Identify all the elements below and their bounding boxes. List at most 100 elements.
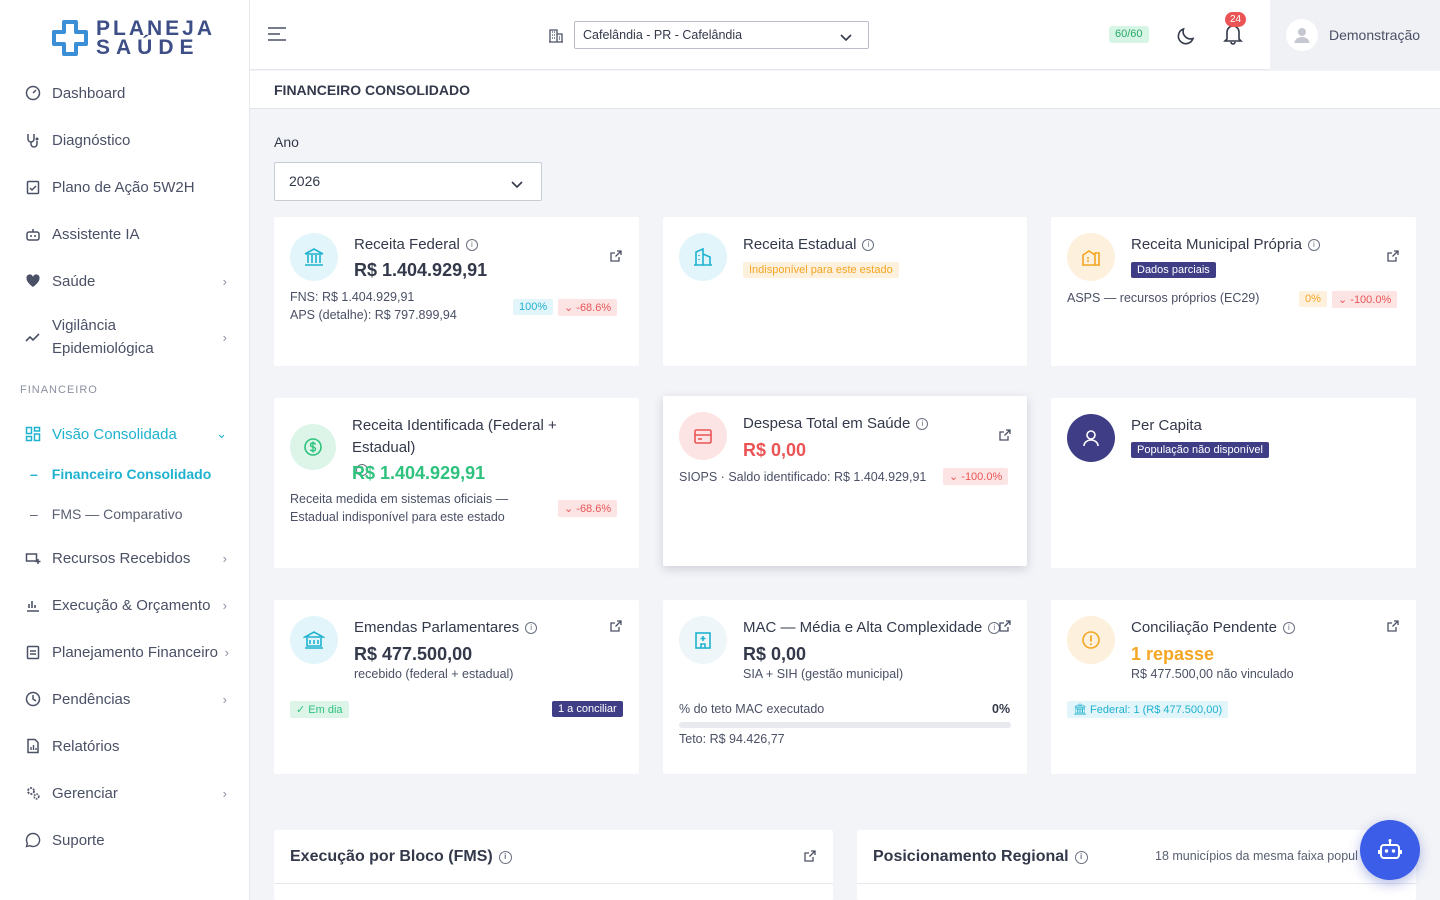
sidebar-item-vigilancia[interactable]: Vigilância Epidemiológica › bbox=[0, 314, 249, 360]
sidebar-item-label: Diagnóstico bbox=[52, 131, 131, 149]
city-icon bbox=[1067, 233, 1115, 281]
heart-pulse-icon bbox=[24, 272, 42, 290]
sidebar-item-visao-consolidada[interactable]: Visão Consolidada ⌄ bbox=[0, 423, 249, 445]
sidebar-item-execucao-orcamento[interactable]: Execução & Orçamento › bbox=[0, 594, 249, 616]
card-detail-line: Receita medida em sistemas oficiais — bbox=[290, 492, 509, 506]
info-icon[interactable]: i bbox=[862, 239, 875, 251]
info-icon[interactable]: i bbox=[498, 851, 512, 864]
chevron-right-icon: › bbox=[222, 273, 227, 289]
clipboard-list-icon bbox=[24, 643, 42, 661]
sidebar-item-assistente-ia[interactable]: Assistente IA bbox=[0, 223, 249, 245]
info-icon[interactable]: i bbox=[525, 622, 538, 634]
external-link-icon[interactable] bbox=[1387, 620, 1399, 635]
pending-badge[interactable]: 1 a conciliar bbox=[552, 701, 623, 717]
user-menu[interactable]: Demonstração bbox=[1270, 0, 1440, 70]
progress-value: 0% bbox=[992, 702, 1011, 716]
chat-assistant-button[interactable] bbox=[1360, 820, 1420, 880]
external-link-icon[interactable] bbox=[804, 850, 816, 865]
panel-note: 18 municípios da mesma faixa popul bbox=[1155, 849, 1358, 863]
sidebar-item-label: Assistente IA bbox=[52, 225, 140, 243]
robot-icon bbox=[24, 225, 42, 243]
section-label-financeiro: FINANCEIRO bbox=[20, 384, 98, 396]
card-detail-line: Teto: R$ 94.426,77 bbox=[679, 732, 785, 746]
sidebar-item-label: Visão Consolidada bbox=[52, 425, 177, 443]
delta-badge: ⌄ -68.6% bbox=[558, 500, 618, 517]
info-icon[interactable]: i bbox=[916, 418, 929, 430]
status-badge: ✓ Em dia bbox=[290, 701, 349, 718]
chevron-right-icon: › bbox=[224, 644, 229, 660]
person-icon bbox=[1067, 414, 1115, 462]
sidebar-item-label: Saúde bbox=[52, 272, 96, 290]
bank-icon bbox=[290, 616, 338, 664]
sidebar-item-label: Planejamento Financeiro bbox=[52, 643, 218, 661]
info-icon[interactable]: i bbox=[1282, 622, 1295, 634]
card-conciliacao: Conciliação Pendente i 1 repasse R$ 477.5… bbox=[1051, 600, 1416, 774]
sidebar-item-plano-acao[interactable]: Plano de Ação 5W2H bbox=[0, 176, 249, 198]
sidebar-item-saude[interactable]: Saúde › bbox=[0, 270, 249, 292]
year-select[interactable]: 2026 bbox=[274, 162, 542, 201]
gauge-icon bbox=[24, 84, 42, 102]
external-link-icon[interactable] bbox=[1387, 250, 1399, 265]
card-title: Receita Municipal Própria i bbox=[1131, 236, 1320, 253]
dollar-circle-icon bbox=[290, 424, 336, 470]
sidebar-item-relatorios[interactable]: Relatórios bbox=[0, 735, 249, 757]
status-badge: Dados parciais bbox=[1131, 262, 1216, 278]
card-receita-municipal: Receita Municipal Própria i Dados parciai… bbox=[1051, 217, 1416, 366]
subitem-financeiro-consolidado[interactable]: – Financeiro Consolidado bbox=[30, 466, 211, 482]
page-title: FINANCEIRO CONSOLIDADO bbox=[274, 82, 470, 98]
subitem-label: Financeiro Consolidado bbox=[51, 466, 212, 482]
progress-bar bbox=[679, 722, 1011, 728]
stethoscope-icon bbox=[24, 131, 42, 149]
municipality-select-value: Cafelândia - PR - Cafelândia bbox=[583, 28, 743, 42]
info-icon[interactable]: i bbox=[1074, 851, 1088, 864]
delta-badge: ⌄ -68.6% bbox=[558, 299, 618, 316]
external-link-icon[interactable] bbox=[610, 250, 622, 265]
external-link-icon[interactable] bbox=[999, 429, 1011, 444]
card-title: Emendas Parlamentares i bbox=[354, 619, 538, 636]
chevron-right-icon: › bbox=[222, 785, 227, 801]
card-receita-identificada: Receita Identificada (Federal + Estadual… bbox=[274, 398, 639, 568]
cash-plus-icon bbox=[24, 549, 42, 567]
sidebar-item-suporte[interactable]: Suporte bbox=[0, 829, 249, 851]
dash-marker: – bbox=[30, 506, 38, 522]
info-icon[interactable]: i bbox=[465, 239, 478, 251]
card-title: Receita Federal i bbox=[354, 236, 478, 253]
sidebar-item-recursos-recebidos[interactable]: Recursos Recebidos › bbox=[0, 547, 249, 569]
sidebar-item-label: Plano de Ação 5W2H bbox=[52, 178, 195, 196]
sidebar-item-label: Suporte bbox=[52, 831, 105, 849]
brand-name: PLANEJA SAÚDE bbox=[96, 17, 216, 59]
sidebar-item-dashboard[interactable]: Dashboard bbox=[0, 82, 249, 104]
external-link-icon[interactable] bbox=[610, 620, 622, 635]
report-icon bbox=[24, 737, 42, 755]
sidebar-item-pendencias[interactable]: Pendências › bbox=[0, 688, 249, 710]
info-icon[interactable]: i bbox=[1307, 239, 1320, 251]
sidebar-item-diagnostico[interactable]: Diagnóstico bbox=[0, 129, 249, 151]
chevron-down-icon: ⌄ bbox=[1338, 294, 1348, 306]
card-title: MAC — Média e Alta Complexidade i bbox=[743, 619, 1001, 636]
sidebar-item-planejamento-financeiro[interactable]: Planejamento Financeiro › bbox=[0, 641, 249, 663]
user-name: Demonstração bbox=[1329, 27, 1421, 43]
menu-toggle-icon[interactable] bbox=[267, 26, 287, 47]
card-mac: MAC — Média e Alta Complexidade i R$ 0,00… bbox=[663, 600, 1027, 774]
card-value: R$ 0,00 bbox=[743, 644, 807, 664]
dash-marker: – bbox=[30, 466, 38, 482]
gears-icon bbox=[24, 784, 42, 802]
clipboard-check-icon bbox=[24, 178, 42, 196]
wallet-icon bbox=[679, 412, 727, 460]
subitem-fms-comparativo[interactable]: – FMS — Comparativo bbox=[30, 506, 183, 522]
card-detail-line: SIOPS · Saldo identificado: R$ 1.404.929… bbox=[679, 470, 927, 484]
dark-mode-moon-icon[interactable] bbox=[1176, 24, 1198, 51]
card-despesa-total: Despesa Total em Saúde i R$ 0,00 SIOPS · … bbox=[663, 396, 1027, 566]
sidebar-item-gerenciar[interactable]: Gerenciar › bbox=[0, 782, 249, 804]
card-detail-line: Estadual indisponível para este estado bbox=[290, 510, 505, 524]
card-receita-federal: Receita Federal i R$ 1.404.929,91 FNS: R$… bbox=[274, 217, 639, 366]
delta-badge: ⌄ -100.0% bbox=[943, 468, 1009, 485]
brand-logo[interactable]: PLANEJA SAÚDE bbox=[50, 16, 215, 60]
chevron-down-icon: ⌄ bbox=[216, 426, 227, 441]
card-detail-line: recebido (federal + estadual) bbox=[354, 667, 514, 681]
external-link-icon[interactable] bbox=[999, 620, 1011, 635]
card-title: Despesa Total em Saúde i bbox=[743, 415, 929, 432]
municipality-select[interactable]: Cafelândia - PR - Cafelândia bbox=[574, 21, 869, 49]
card-title: Receita Estadual i bbox=[743, 236, 875, 253]
chevron-down-icon: ⌄ bbox=[564, 503, 574, 515]
